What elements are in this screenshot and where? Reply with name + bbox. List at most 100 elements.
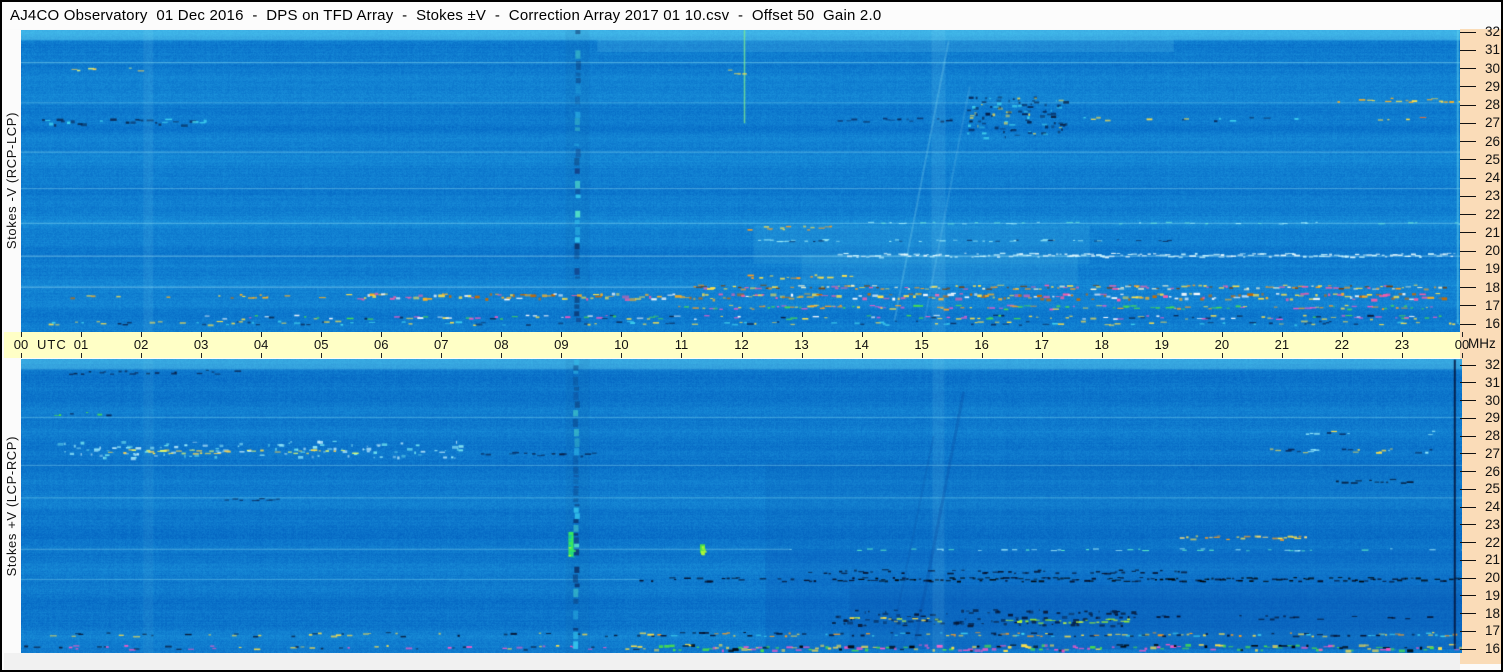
freq-tick xyxy=(1460,49,1476,51)
freq-tick xyxy=(1460,417,1476,419)
title-bar: AJ4CO Observatory 01 Dec 2016 - DPS on T… xyxy=(4,2,1460,29)
freq-tick xyxy=(1460,141,1476,142)
freq-tick xyxy=(1460,630,1476,632)
time-tick xyxy=(1281,353,1283,358)
time-label: 15 xyxy=(914,337,929,352)
freq-label: 21 xyxy=(1484,224,1500,240)
time-label: 00 xyxy=(13,337,29,352)
stokes-minus-v-label: Stokes -V (RCP-LCP) xyxy=(4,112,19,250)
time-tick xyxy=(441,353,443,358)
spectrogram-top-canvas xyxy=(21,30,1462,332)
y-axis-label-top-panel: Stokes -V (RCP-LCP) xyxy=(2,30,21,332)
time-label: 14 xyxy=(854,337,869,352)
freq-tick xyxy=(1460,232,1476,234)
freq-tick xyxy=(1460,323,1476,325)
freq-label: 21 xyxy=(1484,552,1500,568)
freq-label: 29 xyxy=(1484,410,1500,426)
time-label: 04 xyxy=(253,337,269,352)
freq-tick xyxy=(1460,195,1476,197)
time-label: 19 xyxy=(1154,337,1170,352)
time-label: 21 xyxy=(1274,337,1290,352)
freq-label: 30 xyxy=(1484,392,1500,408)
freq-label: 25 xyxy=(1484,151,1500,167)
time-tick xyxy=(1041,353,1043,358)
time-tick xyxy=(381,353,383,358)
freq-label: 16 xyxy=(1484,316,1500,331)
time-tick xyxy=(861,353,863,358)
time-label: 10 xyxy=(614,337,629,352)
freq-label: 16 xyxy=(1484,641,1500,657)
time-tick xyxy=(1161,353,1163,358)
freq-tick xyxy=(1460,250,1476,252)
time-tick xyxy=(1101,353,1103,358)
freq-label: 31 xyxy=(1484,42,1500,58)
freq-tick xyxy=(1460,159,1476,161)
time-label: 06 xyxy=(374,337,389,352)
freq-label: 18 xyxy=(1484,279,1500,295)
time-label: 16 xyxy=(974,337,989,352)
freq-label: 25 xyxy=(1484,481,1500,497)
time-tick xyxy=(21,353,22,358)
freq-tick xyxy=(1460,488,1476,490)
spectrograph-window: AJ4CO Observatory 01 Dec 2016 - DPS on T… xyxy=(0,0,1503,672)
time-label: 01 xyxy=(73,337,89,352)
freq-label: 28 xyxy=(1484,428,1500,444)
freq-label: 17 xyxy=(1484,623,1500,639)
time-tick xyxy=(981,353,983,358)
window-title: AJ4CO Observatory 01 Dec 2016 - DPS on T… xyxy=(10,7,882,24)
freq-tick xyxy=(1460,471,1476,473)
freq-label: 24 xyxy=(1484,170,1500,185)
freq-tick xyxy=(1460,177,1476,179)
freq-label: 32 xyxy=(1484,24,1500,39)
time-tick xyxy=(501,353,503,358)
freq-tick xyxy=(1460,122,1476,124)
freq-tick xyxy=(1460,559,1476,561)
freq-label: 26 xyxy=(1484,463,1500,479)
time-tick xyxy=(1462,353,1463,358)
freq-tick xyxy=(1460,268,1476,270)
time-axis: UTC 00 01 02 03 04 05 06 07 08 09 10 11 12 13 14 15 16 17… xyxy=(4,332,1469,358)
freq-tick xyxy=(1460,595,1476,597)
freq-tick xyxy=(1460,364,1476,366)
time-label: 23 xyxy=(1394,337,1410,352)
freq-tick xyxy=(1460,577,1476,579)
time-label: 20 xyxy=(1214,337,1230,352)
freq-label: 27 xyxy=(1484,115,1500,131)
freq-label: 19 xyxy=(1484,587,1500,603)
time-label: 22 xyxy=(1334,337,1350,352)
time-tick xyxy=(621,353,623,358)
freq-label: 28 xyxy=(1484,97,1500,112)
freq-label: 18 xyxy=(1484,605,1500,621)
freq-tick xyxy=(1460,435,1476,437)
freq-tick xyxy=(1460,214,1476,215)
time-tick xyxy=(921,353,923,358)
time-label: 02 xyxy=(133,337,149,352)
freq-tick xyxy=(1460,382,1476,384)
time-tick xyxy=(561,353,563,358)
time-label: 07 xyxy=(434,337,449,352)
freq-label: 23 xyxy=(1484,188,1500,204)
freq-label: 22 xyxy=(1484,534,1500,550)
freq-tick xyxy=(1460,524,1476,526)
mhz-unit-label: MHz xyxy=(1468,336,1496,351)
freq-label: 24 xyxy=(1484,499,1500,515)
time-tick xyxy=(201,353,203,358)
time-label: 03 xyxy=(193,337,209,352)
y-axis-label-bottom-panel: Stokes +V (LCP-RCP) xyxy=(2,359,21,653)
time-tick xyxy=(681,353,683,358)
time-tick xyxy=(801,353,803,358)
spectrogram-bottom-canvas xyxy=(21,359,1462,653)
freq-label: 23 xyxy=(1484,516,1500,532)
utc-label: UTC xyxy=(37,337,67,352)
time-tick xyxy=(1341,353,1343,358)
freq-label: 32 xyxy=(1484,357,1500,373)
time-label: 12 xyxy=(734,337,749,352)
time-tick xyxy=(321,353,323,358)
freq-tick xyxy=(1460,305,1476,307)
bottom-margin-strip xyxy=(4,653,1460,670)
freq-label: 22 xyxy=(1484,206,1500,222)
freq-tick xyxy=(1460,31,1476,33)
freq-label: 20 xyxy=(1484,243,1500,258)
freq-tick xyxy=(1460,453,1476,455)
freq-label: 20 xyxy=(1484,570,1500,586)
